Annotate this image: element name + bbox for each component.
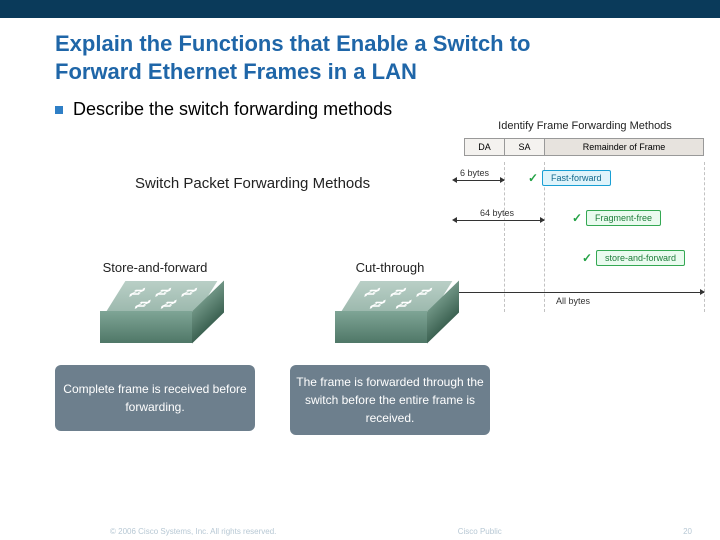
- cell-da: DA: [465, 139, 505, 155]
- arrow-right-icon: [500, 177, 505, 183]
- top-accent-bar: [0, 0, 720, 18]
- chip-store-and-forward: store-and-forward: [596, 250, 685, 266]
- bullet-text: Describe the switch forwarding methods: [73, 99, 392, 120]
- port-arrow-icon: ⇄: [155, 297, 183, 311]
- cut-through-caption: The frame is forwarded through the switc…: [290, 365, 490, 435]
- title-line-2: Forward Ethernet Frames in a LAN: [55, 59, 417, 84]
- frame-forwarding-diagram: Identify Frame Forwarding Methods DA SA …: [446, 120, 720, 312]
- cut-through-label: Cut-through: [305, 260, 475, 275]
- store-and-forward-label: Store-and-forward: [70, 260, 240, 275]
- port-arrow-icon: ⇄: [390, 297, 418, 311]
- bullet-row: Describe the switch forwarding methods: [0, 89, 720, 120]
- chip-fragment-free: Fragment-free: [586, 210, 661, 226]
- arrow-left-icon: [452, 177, 457, 183]
- switch-icon: ⇄ ⇄ ⇄ ⇄ ⇄: [100, 281, 210, 343]
- cell-remainder: Remainder of Frame: [545, 139, 703, 155]
- store-and-forward-block: Store-and-forward ⇄ ⇄ ⇄ ⇄ ⇄ Complete fra…: [70, 260, 240, 431]
- tick-after-da: [504, 162, 505, 312]
- switch-icon: ⇄ ⇄ ⇄ ⇄ ⇄: [335, 281, 445, 343]
- slide-title: Explain the Functions that Enable a Swit…: [0, 18, 720, 89]
- frame-structure-row: DA SA Remainder of Frame: [464, 138, 704, 156]
- slide-footer: © 2006 Cisco Systems, Inc. All rights re…: [0, 527, 720, 536]
- dim-6bytes-line: [454, 180, 504, 181]
- check-icon: ✓: [582, 251, 592, 265]
- check-icon: ✓: [572, 211, 582, 225]
- dim-allbytes-line: [454, 292, 704, 293]
- arrow-right-icon: [540, 217, 545, 223]
- footer-page-number: 20: [683, 527, 692, 536]
- label-6-bytes: 6 bytes: [460, 168, 489, 178]
- square-bullet-icon: [55, 106, 63, 114]
- arrow-left-icon: [452, 217, 457, 223]
- port-arrow-icon: ⇄: [129, 297, 157, 311]
- check-icon: ✓: [528, 171, 538, 185]
- diagram-subheading: Switch Packet Forwarding Methods: [135, 175, 370, 192]
- title-line-1: Explain the Functions that Enable a Swit…: [55, 31, 531, 56]
- port-arrow-icon: ⇄: [364, 297, 392, 311]
- store-and-forward-caption: Complete frame is received before forwar…: [55, 365, 255, 431]
- diagram-title: Identify Frame Forwarding Methods: [446, 120, 720, 132]
- switch-front-face: [100, 311, 192, 343]
- label-all-bytes: All bytes: [556, 296, 590, 306]
- dim-64bytes-line: [454, 220, 544, 221]
- switch-front-face: [335, 311, 427, 343]
- footer-mark: Cisco Public: [458, 527, 502, 536]
- arrow-right-icon: [700, 289, 705, 295]
- cut-through-block: Cut-through ⇄ ⇄ ⇄ ⇄ ⇄ The frame is forwa…: [305, 260, 475, 435]
- label-64-bytes: 64 bytes: [480, 208, 514, 218]
- footer-copyright: © 2006 Cisco Systems, Inc. All rights re…: [110, 527, 276, 536]
- cell-sa: SA: [505, 139, 545, 155]
- chip-fast-forward: Fast-forward: [542, 170, 611, 186]
- timing-chart: 6 bytes Fast-forward ✓ 64 bytes Fragment…: [446, 162, 720, 312]
